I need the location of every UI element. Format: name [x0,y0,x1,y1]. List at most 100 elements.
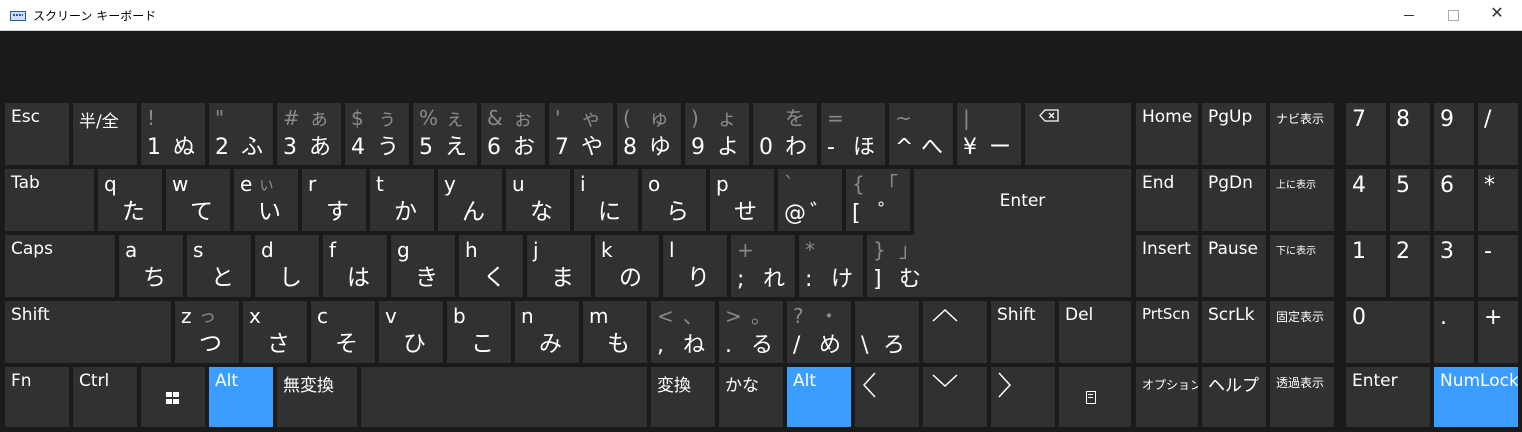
numpad-subtract[interactable]: - [1478,235,1518,297]
key-o[interactable]: oら [642,169,706,231]
numpad-0[interactable]: 0 [1346,301,1430,363]
numpad-enter[interactable]: Enter [1346,367,1430,427]
numlock-key[interactable]: NumLock [1434,367,1518,427]
numpad-8[interactable]: 8 [1390,103,1430,165]
key-slash[interactable]: ? ・ / め [787,301,851,363]
tab-key[interactable]: Tab [5,169,94,231]
enter-key[interactable]: Enter [914,169,1131,297]
windows-key[interactable] [141,367,205,427]
pgdn-key[interactable]: PgDn [1202,169,1266,231]
scrlk-key[interactable]: ScrLk [1202,301,1266,363]
key-colon[interactable]: *: け [799,235,863,297]
alt-left-key[interactable]: Alt [209,367,273,427]
key-v[interactable]: vひ [379,301,443,363]
ctrl-key[interactable]: Ctrl [73,367,137,427]
arrow-down-key[interactable] [923,367,987,427]
henkan-key[interactable]: 変換 [651,367,715,427]
key-n[interactable]: nみ [515,301,579,363]
numpad-3[interactable]: 3 [1434,235,1474,297]
key-a[interactable]: aち [119,235,183,297]
key-t[interactable]: tか [370,169,434,231]
key-e[interactable]: eぃい [234,169,298,231]
key-1[interactable]: ! 1 ぬ [141,103,205,165]
key-4[interactable]: $ ぅ 4 う [345,103,409,165]
key-s[interactable]: sと [187,235,251,297]
key-x[interactable]: xさ [243,301,307,363]
help-button[interactable]: ヘルプ [1202,367,1266,427]
numpad-4[interactable]: 4 [1346,169,1386,231]
key-r[interactable]: rす [302,169,366,231]
key-rbracket[interactable]: } 」] む [867,235,931,297]
key-z[interactable]: zっつ [175,301,239,363]
key-minus[interactable]: = - ほ [821,103,885,165]
key-3[interactable]: # ぁ 3 あ [277,103,341,165]
numpad-9[interactable]: 9 [1434,103,1474,165]
options-button[interactable]: オプション [1136,367,1198,427]
prtscn-key[interactable]: PrtScn [1136,301,1198,363]
fn-key[interactable]: Fn [5,367,69,427]
key-b[interactable]: bこ [447,301,511,363]
key-k[interactable]: kの [595,235,659,297]
key-u[interactable]: uな [506,169,570,231]
numpad-decimal[interactable]: . [1434,301,1474,363]
numpad-add[interactable]: + [1478,301,1518,363]
arrow-left-key[interactable] [855,367,919,427]
pause-key[interactable]: Pause [1202,235,1266,297]
key-h[interactable]: hく [459,235,523,297]
key-9[interactable]: ) ょ 9 よ [685,103,749,165]
key-p[interactable]: pせ [710,169,774,231]
numpad-7[interactable]: 7 [1346,103,1386,165]
navi-show-button[interactable]: ナビ表示 [1270,103,1334,165]
del-key[interactable]: Del [1059,301,1131,363]
muhenkan-key[interactable]: 無変換 [277,367,357,427]
numpad-5[interactable]: 5 [1390,169,1430,231]
shift-left-key[interactable]: Shift [5,301,171,363]
key-0[interactable]: を0わ [753,103,817,165]
key-c[interactable]: cそ [311,301,375,363]
key-q[interactable]: qた [98,169,162,231]
maximize-button[interactable] [1430,0,1476,31]
space-key[interactable] [361,367,647,427]
show-top-button[interactable]: 上に表示 [1270,169,1334,231]
numpad-2[interactable]: 2 [1390,235,1430,297]
transparency-button[interactable]: 透過表示 [1270,367,1334,427]
key-g[interactable]: gき [391,235,455,297]
key-at[interactable]: ` @ ゛ [778,169,842,231]
key-2[interactable]: " 2 ふ [209,103,273,165]
pgup-key[interactable]: PgUp [1202,103,1266,165]
caps-key[interactable]: Caps [5,235,115,297]
shift-right-key[interactable]: Shift [991,301,1055,363]
kana-key[interactable]: かな [719,367,783,427]
key-6[interactable]: & ぉ 6 お [481,103,545,165]
key-comma[interactable]: < 、, ね [651,301,715,363]
esc-key[interactable]: Esc [5,103,69,165]
numpad-multiply[interactable]: * [1478,169,1518,231]
fix-show-button[interactable]: 固定表示 [1270,301,1334,363]
numpad-6[interactable]: 6 [1434,169,1474,231]
key-i[interactable]: iに [574,169,638,231]
key-semicolon[interactable]: +; れ [731,235,795,297]
home-key[interactable]: Home [1136,103,1198,165]
close-button[interactable]: ✕ [1474,0,1520,31]
key-y[interactable]: yん [438,169,502,231]
key-j[interactable]: jま [527,235,591,297]
backspace-key[interactable] [1025,103,1131,165]
key-f[interactable]: fは [323,235,387,297]
key-d[interactable]: dし [255,235,319,297]
insert-key[interactable]: Insert [1136,235,1198,297]
key-8[interactable]: (ゅ 8 ゆ [617,103,681,165]
key-m[interactable]: mも [583,301,647,363]
key-5[interactable]: % ぇ 5 え [413,103,477,165]
end-key[interactable]: End [1136,169,1198,231]
key-caret[interactable]: ~ ^ へ [889,103,953,165]
show-bottom-button[interactable]: 下に表示 [1270,235,1334,297]
arrow-up-key[interactable] [923,301,987,363]
key-l[interactable]: lり [663,235,727,297]
key-yen[interactable]: | ¥ ー [957,103,1021,165]
hankaku-key[interactable]: 半/全 [73,103,137,165]
key-backslash[interactable]: \ ろ [855,301,919,363]
numpad-divide[interactable]: / [1478,103,1518,165]
numpad-1[interactable]: 1 [1346,235,1386,297]
alt-right-key[interactable]: Alt [787,367,851,427]
minimize-button[interactable] [1386,0,1432,31]
